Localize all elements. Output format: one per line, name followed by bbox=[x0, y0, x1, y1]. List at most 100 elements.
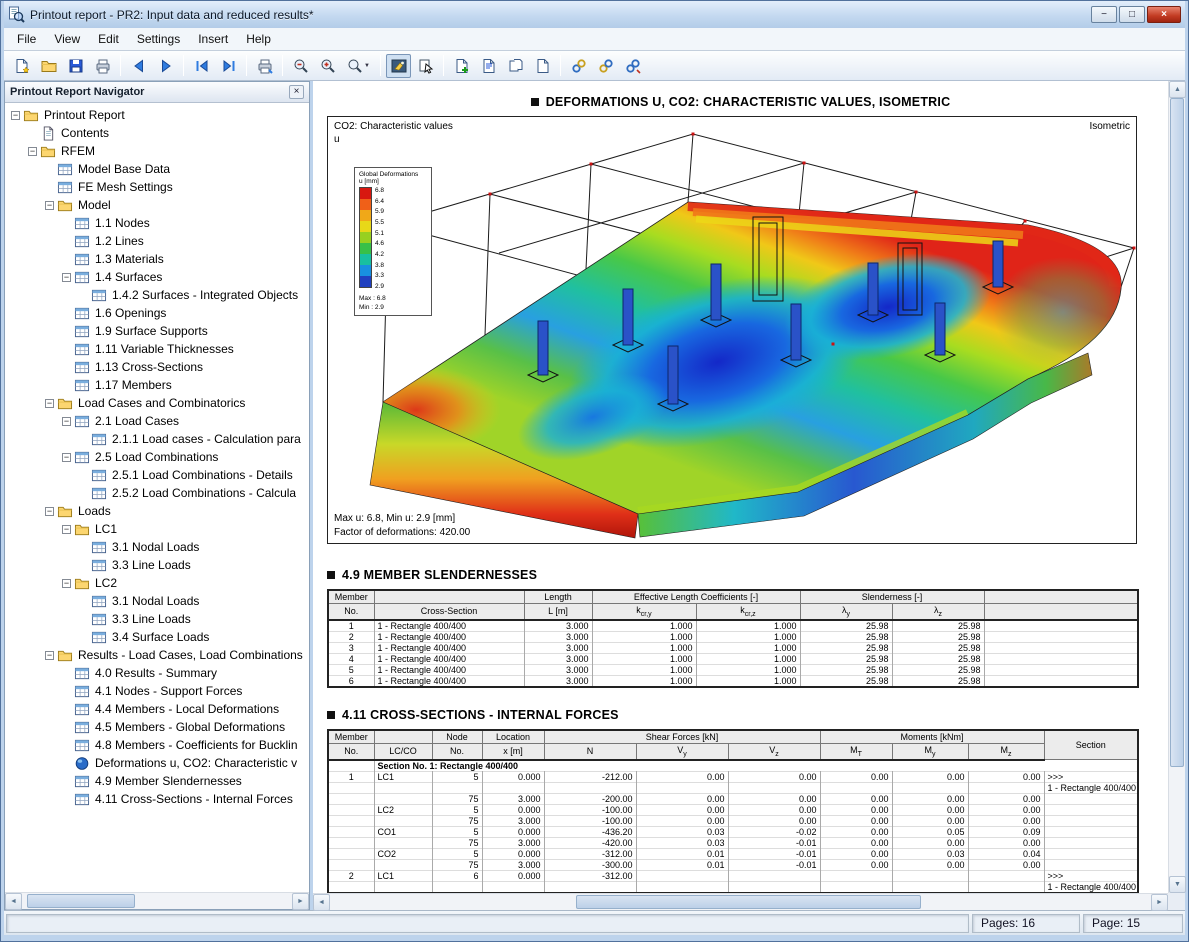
tree-expander-icon[interactable]: − bbox=[45, 651, 54, 660]
tree-item[interactable]: 4.0 Results - Summary bbox=[5, 664, 309, 682]
tree-item[interactable]: 1.13 Cross-Sections bbox=[5, 358, 309, 376]
tree-item[interactable]: 1.17 Members bbox=[5, 376, 309, 394]
tree-item[interactable]: 1.1 Nodes bbox=[5, 214, 309, 232]
tree-item[interactable]: −1.4 Surfaces bbox=[5, 268, 309, 286]
scrollbar-thumb[interactable] bbox=[576, 895, 921, 909]
tree-item[interactable]: 4.11 Cross-Sections - Internal Forces bbox=[5, 790, 309, 808]
tree-item[interactable]: 2.1.1 Load cases - Calculation para bbox=[5, 430, 309, 448]
toolbar-open-report-button[interactable] bbox=[36, 54, 61, 78]
insert-page-icon bbox=[454, 58, 470, 74]
tree-item[interactable]: −Results - Load Cases, Load Combinations bbox=[5, 646, 309, 664]
tree-item[interactable]: 1.3 Materials bbox=[5, 250, 309, 268]
tree-item[interactable]: 2.5.1 Load Combinations - Details bbox=[5, 466, 309, 484]
toolbar-print-report-button[interactable] bbox=[90, 54, 115, 78]
toolbar-link-table-button[interactable] bbox=[593, 54, 618, 78]
tree-item[interactable]: −Loads bbox=[5, 502, 309, 520]
tree-item[interactable]: 3.3 Line Loads bbox=[5, 610, 309, 628]
minimize-button[interactable]: − bbox=[1091, 6, 1117, 23]
toolbar-back-button[interactable] bbox=[126, 54, 151, 78]
tree-item[interactable]: −Model bbox=[5, 196, 309, 214]
toolbar-save-report-button[interactable] bbox=[63, 54, 88, 78]
tree-expander-icon[interactable]: − bbox=[45, 201, 54, 210]
navigator-close-icon[interactable]: × bbox=[289, 85, 304, 99]
scrollbar-thumb[interactable] bbox=[27, 894, 135, 908]
tree-item[interactable]: 1.9 Surface Supports bbox=[5, 322, 309, 340]
scroll-left-icon[interactable]: ◄ bbox=[5, 893, 22, 910]
tree-item[interactable]: 1.2 Lines bbox=[5, 232, 309, 250]
scroll-down-icon[interactable]: ▼ bbox=[1169, 876, 1186, 893]
col-x-m: x [m] bbox=[482, 743, 544, 759]
menu-insert[interactable]: Insert bbox=[189, 29, 237, 49]
tree-expander-icon[interactable]: − bbox=[45, 399, 54, 408]
tree-expander-icon[interactable]: − bbox=[62, 453, 71, 462]
toolbar-zoom-in-button[interactable] bbox=[315, 54, 340, 78]
tree-item[interactable]: 4.9 Member Slendernesses bbox=[5, 772, 309, 790]
tree-expander-icon[interactable]: − bbox=[62, 417, 71, 426]
scroll-up-icon[interactable]: ▲ bbox=[1169, 81, 1186, 98]
toolbar-insert-text-block-button[interactable] bbox=[476, 54, 501, 78]
toolbar-last-page-button[interactable] bbox=[216, 54, 241, 78]
tree-item[interactable]: 2.5.2 Load Combinations - Calcula bbox=[5, 484, 309, 502]
tree-item[interactable]: −2.1 Load Cases bbox=[5, 412, 309, 430]
menu-file[interactable]: File bbox=[8, 29, 45, 49]
tree-item[interactable]: Model Base Data bbox=[5, 160, 309, 178]
toolbar-forward-button[interactable] bbox=[153, 54, 178, 78]
close-button[interactable]: × bbox=[1147, 6, 1181, 23]
tree-item[interactable]: −Load Cases and Combinatorics bbox=[5, 394, 309, 412]
menu-view[interactable]: View bbox=[45, 29, 89, 49]
tree-item[interactable]: 3.1 Nodal Loads bbox=[5, 538, 309, 556]
tree-expander-icon[interactable]: − bbox=[28, 147, 37, 156]
horizontal-scrollbar[interactable]: ◄ ► bbox=[313, 893, 1168, 910]
tree-item[interactable]: 1.4.2 Surfaces - Integrated Objects bbox=[5, 286, 309, 304]
cell: 0.00 bbox=[892, 815, 968, 826]
menu-settings[interactable]: Settings bbox=[128, 29, 189, 49]
tree-item[interactable]: −LC2 bbox=[5, 574, 309, 592]
tree-item[interactable]: 1.11 Variable Thicknesses bbox=[5, 340, 309, 358]
toolbar-insert-file-button[interactable] bbox=[503, 54, 528, 78]
tree-item[interactable]: 3.3 Line Loads bbox=[5, 556, 309, 574]
scrollbar-track[interactable] bbox=[1169, 98, 1185, 876]
tree-item[interactable]: 3.4 Surface Loads bbox=[5, 628, 309, 646]
tree-item[interactable]: Deformations u, CO2: Characteristic v bbox=[5, 754, 309, 772]
tree-item[interactable]: FE Mesh Settings bbox=[5, 178, 309, 196]
toolbar-select-tool-button[interactable] bbox=[413, 54, 438, 78]
tree-expander-icon[interactable]: − bbox=[11, 111, 20, 120]
scrollbar-track[interactable] bbox=[330, 894, 1151, 910]
tree-item[interactable]: 4.5 Members - Global Deformations bbox=[5, 718, 309, 736]
menu-edit[interactable]: Edit bbox=[89, 29, 128, 49]
maximize-button[interactable]: □ bbox=[1119, 6, 1145, 23]
tree-expander-icon[interactable]: − bbox=[62, 579, 71, 588]
tree-item[interactable]: −LC1 bbox=[5, 520, 309, 538]
toolbar-zoom-out-button[interactable] bbox=[288, 54, 313, 78]
tree-item[interactable]: −2.5 Load Combinations bbox=[5, 448, 309, 466]
menu-help[interactable]: Help bbox=[237, 29, 280, 49]
scroll-right-icon[interactable]: ► bbox=[1151, 894, 1168, 911]
tree-expander-icon[interactable]: − bbox=[45, 507, 54, 516]
navigator-horizontal-scrollbar[interactable]: ◄ ► bbox=[5, 892, 309, 909]
toolbar-link-graphic-button[interactable] bbox=[566, 54, 591, 78]
toolbar-insert-blank-page-button[interactable] bbox=[530, 54, 555, 78]
tree-item[interactable]: −RFEM bbox=[5, 142, 309, 160]
toolbar-insert-page-button[interactable] bbox=[449, 54, 474, 78]
toolbar-edit-picture-button[interactable] bbox=[386, 54, 411, 78]
title-bar[interactable]: Printout report - PR2: Input data and re… bbox=[4, 1, 1185, 28]
tree-item[interactable]: 3.1 Nodal Loads bbox=[5, 592, 309, 610]
scroll-left-icon[interactable]: ◄ bbox=[313, 894, 330, 911]
toolbar-new-report-button[interactable] bbox=[9, 54, 34, 78]
scroll-right-icon[interactable]: ► bbox=[292, 893, 309, 910]
tree-expander-icon[interactable]: − bbox=[62, 273, 71, 282]
toolbar-link-update-button[interactable] bbox=[620, 54, 645, 78]
tree-item[interactable]: 4.4 Members - Local Deformations bbox=[5, 700, 309, 718]
tree-item[interactable]: Contents bbox=[5, 124, 309, 142]
tree-item[interactable]: −Printout Report bbox=[5, 106, 309, 124]
scrollbar-track[interactable] bbox=[22, 893, 292, 909]
toolbar-first-page-button[interactable] bbox=[189, 54, 214, 78]
tree-item[interactable]: 4.8 Members - Coefficients for Bucklin bbox=[5, 736, 309, 754]
toolbar-zoom-select-button[interactable]: ▼ bbox=[342, 54, 375, 78]
tree-expander-icon[interactable]: − bbox=[62, 525, 71, 534]
scrollbar-thumb[interactable] bbox=[1170, 98, 1184, 767]
tree-item[interactable]: 4.1 Nodes - Support Forces bbox=[5, 682, 309, 700]
vertical-scrollbar[interactable]: ▲ ▼ bbox=[1168, 81, 1185, 893]
tree-item[interactable]: 1.6 Openings bbox=[5, 304, 309, 322]
toolbar-print-button[interactable] bbox=[252, 54, 277, 78]
